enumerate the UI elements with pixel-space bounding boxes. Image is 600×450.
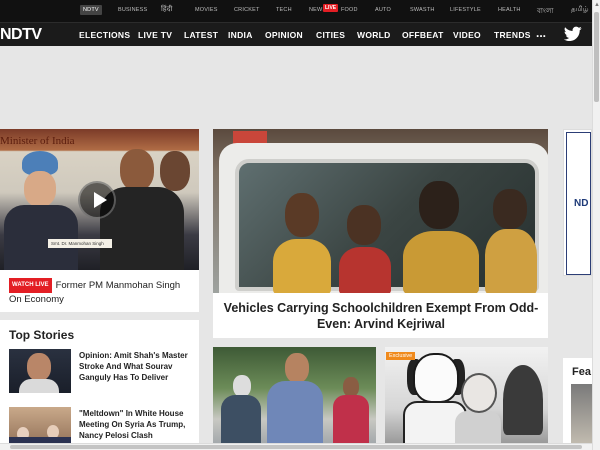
topbar-link-swasth[interactable]: SWASTH <box>410 7 435 13</box>
child-figure <box>347 205 381 245</box>
topbar-link-tech[interactable]: TECH <box>276 7 292 13</box>
person-body <box>333 395 369 450</box>
top-story-thumbnail[interactable] <box>9 349 71 393</box>
top-story-item[interactable]: Opinion: Amit Shah's Master Stroke And W… <box>9 349 195 395</box>
child-figure <box>403 231 479 293</box>
side-ad-frame: ND <box>563 129 592 276</box>
topbar-link-hindi[interactable]: हिंदी <box>161 5 172 14</box>
topbar-link-auto[interactable]: AUTO <box>375 7 391 13</box>
nav-item-latest[interactable]: LATEST <box>184 30 218 40</box>
person-body <box>267 381 323 450</box>
top-stories-title: Top Stories <box>9 328 75 342</box>
nav-item-elections[interactable]: ELECTIONS <box>79 30 130 40</box>
person-face <box>160 151 190 191</box>
scroll-up-arrow-icon[interactable]: ▲ <box>594 2 600 8</box>
vertical-scroll-thumb[interactable] <box>594 12 599 102</box>
topbar-link-business[interactable]: BUSINESS <box>118 7 147 13</box>
topbar-link-food[interactable]: FOOD <box>341 7 358 13</box>
dog-head <box>413 353 459 403</box>
live-video-card[interactable]: Minister of India Smt. Dr. Manmohan Sing… <box>0 129 199 312</box>
horizontal-scroll-thumb[interactable] <box>10 445 582 449</box>
top-bar: NDTV BUSINESS हिंदी MOVIES CRICKET TECH … <box>0 0 592 22</box>
person-body <box>4 205 78 270</box>
person-body <box>221 395 261 450</box>
topbar-link-movies[interactable]: MOVIES <box>195 7 218 13</box>
child-figure <box>285 193 319 237</box>
horse-shape <box>503 365 543 435</box>
nav-item-opinion[interactable]: OPINION <box>265 30 303 40</box>
twitter-icon[interactable] <box>564 26 582 42</box>
ndtv-logo[interactable]: NDTV <box>0 26 42 44</box>
story-image[interactable] <box>213 347 376 450</box>
topbar-link-cricket[interactable]: CRICKET <box>234 7 260 13</box>
baby-head <box>461 373 497 413</box>
person-face <box>24 171 56 207</box>
person-face <box>285 353 309 383</box>
child-figure <box>339 247 391 293</box>
top-story-headline[interactable]: "Meltdown" In White House Meeting On Syr… <box>79 408 193 441</box>
play-icon[interactable] <box>78 181 116 219</box>
story-image[interactable]: Exclusive <box>385 347 548 450</box>
nav-item-live-tv[interactable]: LIVE TV <box>138 30 172 40</box>
main-story-image[interactable] <box>213 129 548 293</box>
video-caption[interactable]: WATCH LIVE Former PM Manmohan Singh On Ec… <box>9 278 193 306</box>
top-story-headline[interactable]: Opinion: Amit Shah's Master Stroke And W… <box>79 350 193 383</box>
feature-image[interactable] <box>571 384 592 450</box>
watch-live-badge: WATCH LIVE <box>9 278 52 293</box>
nav-item-trends[interactable]: TRENDS <box>494 30 531 40</box>
feature-card[interactable]: Fea <box>563 358 592 450</box>
exclusive-tag: Exclusive <box>386 352 416 360</box>
topbar-link-tamil[interactable]: தமிழ் <box>571 5 589 14</box>
topbar-link-health[interactable]: HEALTH <box>498 7 521 13</box>
nav-item-video[interactable]: VIDEO <box>453 30 481 40</box>
top-stories-section: Top Stories Opinion: Amit Shah's Master … <box>0 320 199 450</box>
story-card-ganguly[interactable] <box>213 347 376 450</box>
video-thumbnail[interactable]: Minister of India Smt. Dr. Manmohan Sing… <box>0 129 199 270</box>
child-figure <box>493 189 527 229</box>
nameplate: Smt. Dr. Manmohan Singh <box>48 239 112 248</box>
horizontal-scrollbar[interactable] <box>0 443 592 450</box>
video-banner-text: Minister of India <box>0 135 75 147</box>
child-figure <box>419 181 459 229</box>
vertical-scrollbar[interactable]: ▲ <box>592 0 600 450</box>
person-face <box>120 149 154 191</box>
live-badge: LIVE <box>323 4 339 12</box>
topbar-link-lifestyle[interactable]: LIFESTYLE <box>450 7 481 13</box>
side-ad-card[interactable]: ND <box>563 129 592 276</box>
nav-item-india[interactable]: INDIA <box>228 30 253 40</box>
nav-item-offbeat[interactable]: OFFBEAT <box>402 30 444 40</box>
nav-item-world[interactable]: WORLD <box>357 30 391 40</box>
person-face <box>233 375 251 397</box>
main-navbar: NDTV ELECTIONS LIVE TV LATEST INDIA OPIN… <box>0 22 592 46</box>
child-figure <box>485 229 537 293</box>
person-body <box>19 379 59 393</box>
main-story-headline[interactable]: Vehicles Carrying Schoolchildren Exempt … <box>223 300 539 332</box>
story-card-dog-baby[interactable]: Exclusive <box>385 347 548 450</box>
feature-title: Fea <box>572 366 591 378</box>
side-ad-text: ND <box>574 198 589 209</box>
nav-item-cities[interactable]: CITIES <box>316 30 345 40</box>
child-figure <box>273 239 331 293</box>
topbar-link-ndtv[interactable]: NDTV <box>80 5 102 15</box>
topbar-link-bangla[interactable]: বাংলা <box>537 5 554 17</box>
person-face <box>27 353 51 381</box>
more-menu-button[interactable]: ... <box>536 26 546 40</box>
main-story-card[interactable]: Vehicles Carrying Schoolchildren Exempt … <box>213 129 548 338</box>
person-face <box>343 377 359 397</box>
